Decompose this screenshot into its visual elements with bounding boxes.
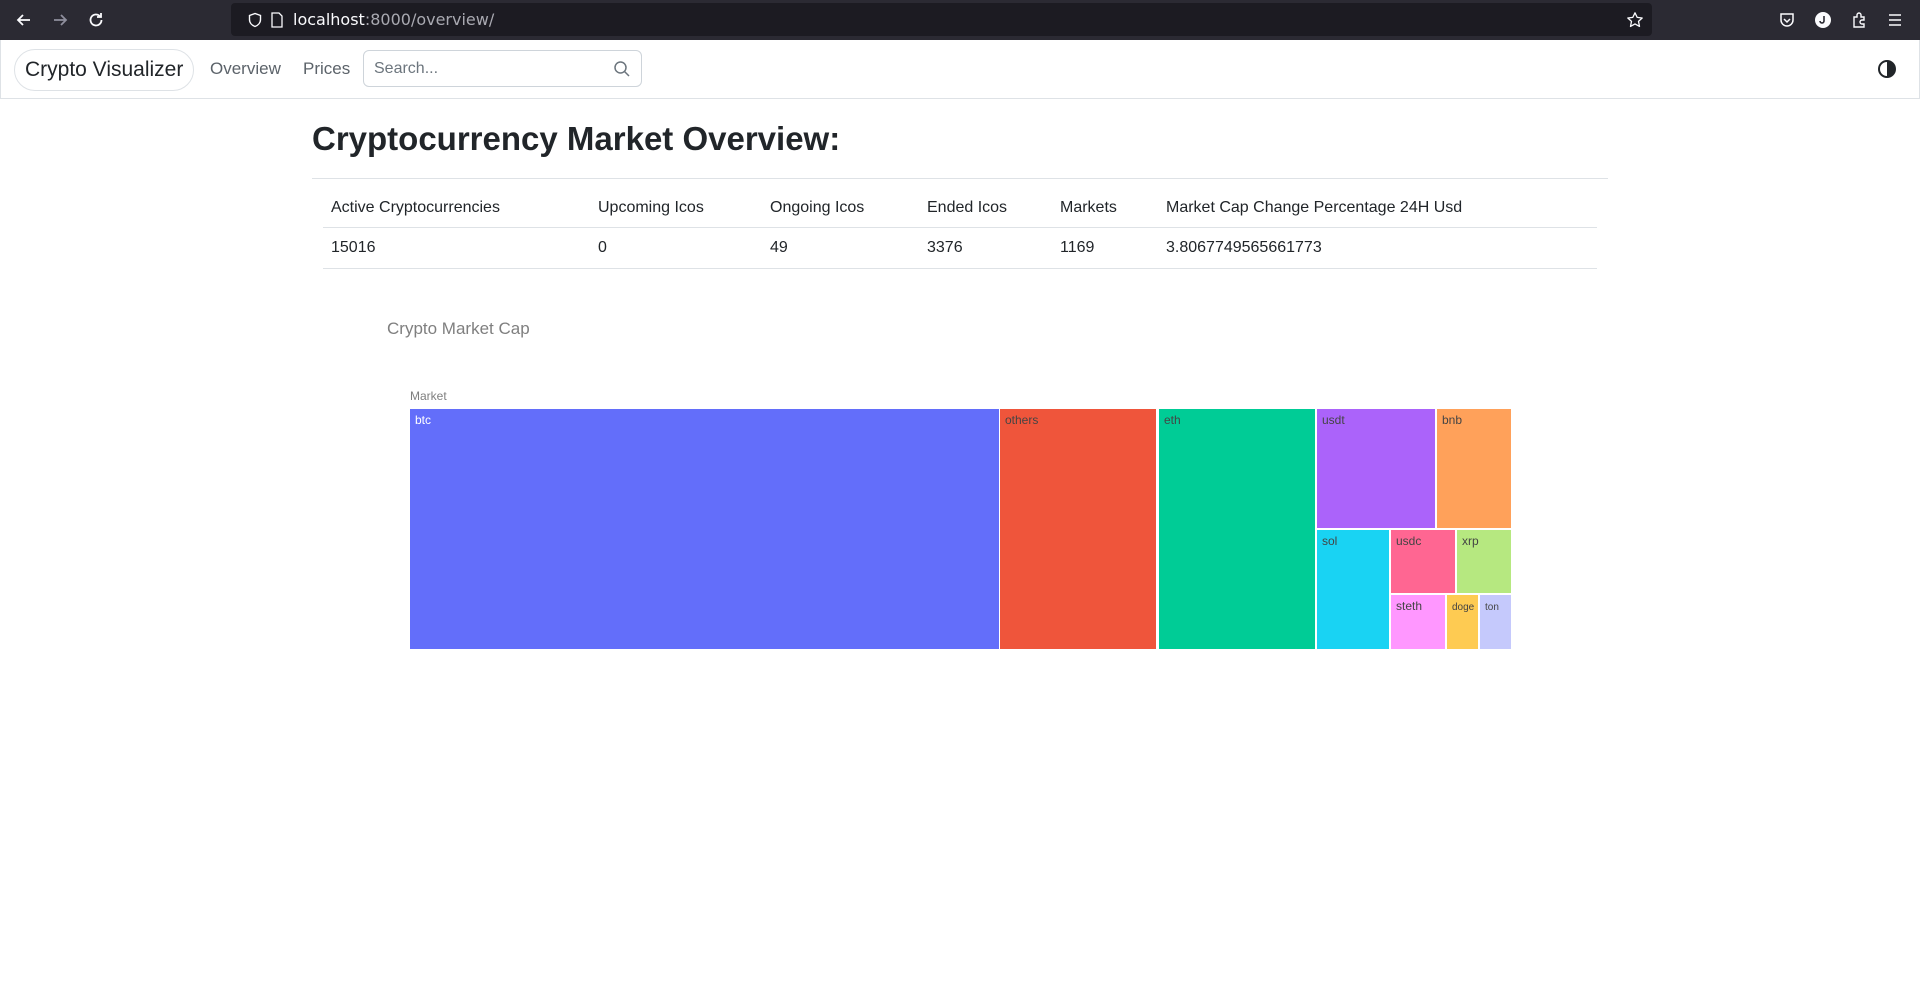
treemap-tile-label: xrp bbox=[1462, 534, 1479, 548]
treemap-tile-btc[interactable] bbox=[410, 409, 999, 649]
treemap-tile-eth[interactable] bbox=[1159, 409, 1315, 649]
treemap-chart: Market btc others eth usdt bnb sol usdc xrp steth… bbox=[410, 389, 1511, 649]
treemap-root-label: Market bbox=[410, 389, 447, 403]
treemap-tile-others[interactable] bbox=[1000, 409, 1156, 649]
treemap-tile-label: usdt bbox=[1322, 413, 1345, 427]
treemap-tile-label: others bbox=[1005, 413, 1038, 427]
treemap-tile-label: eth bbox=[1164, 413, 1181, 427]
treemap-tile-label: sol bbox=[1322, 534, 1337, 548]
treemap-tile-label: ton bbox=[1485, 602, 1499, 613]
treemap-tile-label: btc bbox=[415, 413, 431, 427]
treemap-tile-label: steth bbox=[1396, 599, 1422, 613]
treemap-tile-label: doge bbox=[1452, 602, 1475, 613]
treemap-tile-label: usdc bbox=[1396, 534, 1421, 548]
treemap-tile-label: bnb bbox=[1442, 413, 1462, 427]
